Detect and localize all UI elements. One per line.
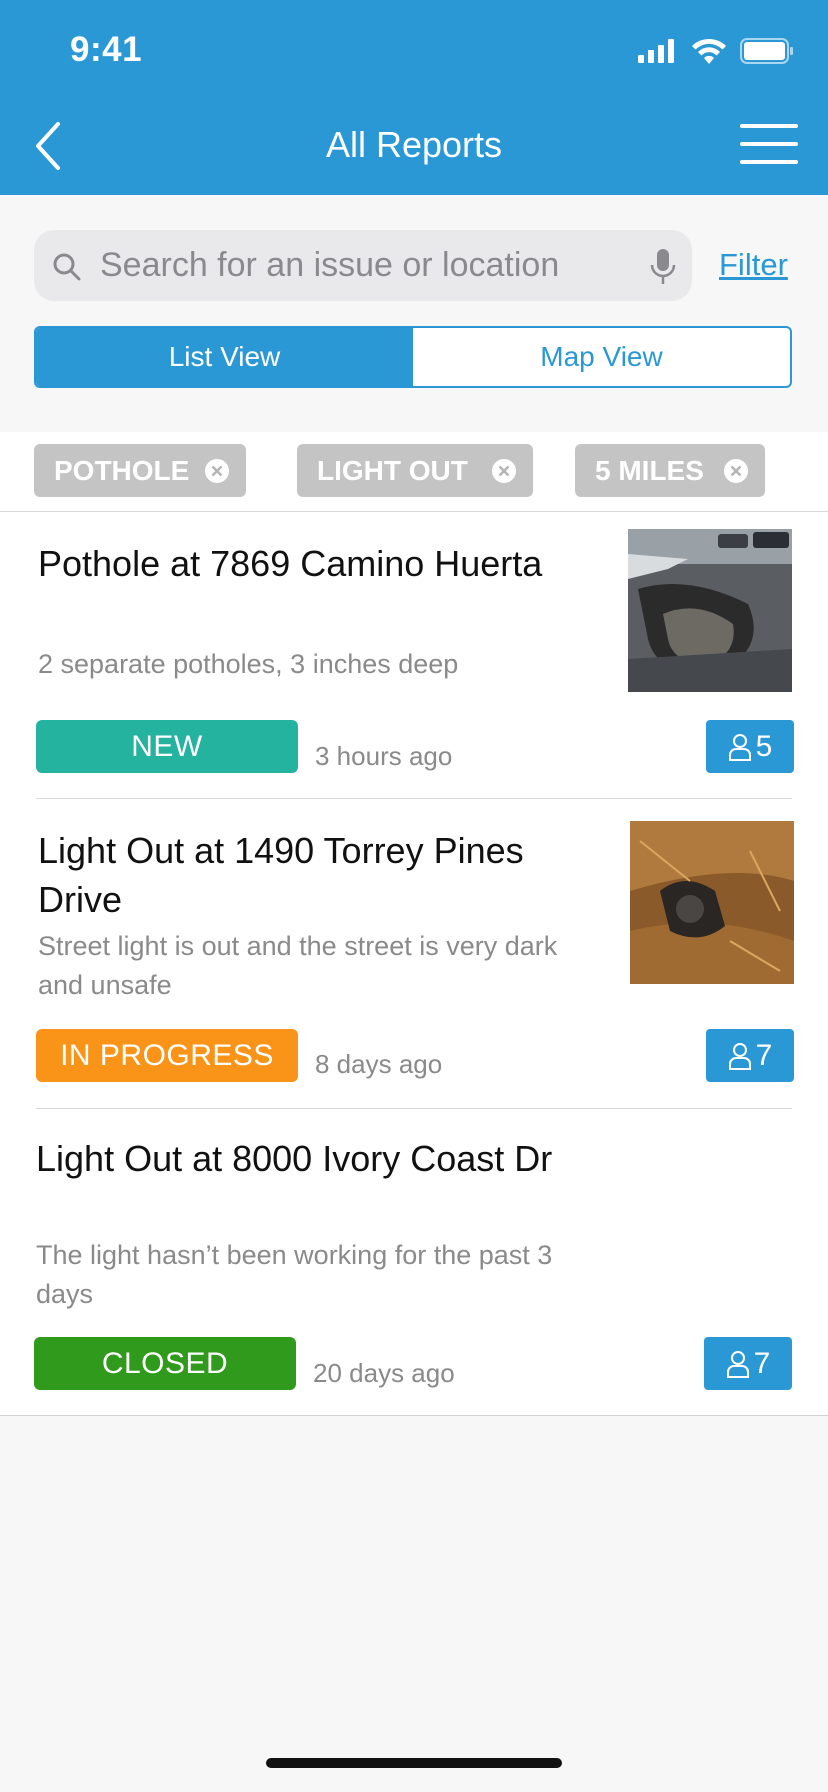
- time-ago: 20 days ago: [313, 1358, 455, 1388]
- user-icon: [728, 1042, 751, 1070]
- search-icon: [53, 253, 81, 281]
- report-title: Light Out at 8000 Ivory Coast Dr: [36, 1138, 553, 1179]
- follower-count-button[interactable]: 5: [706, 720, 794, 773]
- wifi-icon: [692, 38, 726, 64]
- chip-5-miles[interactable]: 5 MILES: [575, 444, 765, 497]
- page-title: All Reports: [325, 124, 503, 165]
- app-header: 9:41 All Reports: [0, 0, 828, 195]
- filter-link[interactable]: Filter: [719, 247, 788, 283]
- list-view-tab[interactable]: List View: [36, 328, 413, 386]
- status-badge: CLOSED: [34, 1337, 296, 1390]
- status-badge: IN PROGRESS: [36, 1029, 298, 1082]
- chip-pothole[interactable]: POTHOLE: [34, 444, 246, 497]
- status-time: 9:41: [70, 30, 143, 69]
- filter-chips: POTHOLE LIGHT OUT 5 MILES: [0, 432, 828, 512]
- follower-count: 7: [753, 1346, 771, 1380]
- report-description: The light hasn’t been working for the pa…: [36, 1240, 553, 1309]
- chip-label: 5 MILES: [595, 454, 704, 486]
- map-view-tab[interactable]: Map View: [413, 328, 790, 386]
- broken-light-photo: [630, 821, 794, 984]
- status-badge: NEW: [36, 720, 298, 773]
- home-indicator[interactable]: [266, 1758, 562, 1768]
- chip-light-out[interactable]: LIGHT OUT: [297, 444, 533, 497]
- list-item[interactable]: Light Out at 1490 Torrey Pines Drive Str…: [0, 799, 828, 1108]
- battery-icon: [740, 38, 793, 64]
- view-toggle: List View Map View: [34, 326, 792, 388]
- report-description: Street light is out and the street is ve…: [38, 931, 558, 1000]
- search-bar[interactable]: [34, 230, 692, 301]
- reports-list: Pothole at 7869 Camino Huerta 2 separate…: [0, 512, 828, 1416]
- time-ago: 8 days ago: [315, 1049, 443, 1079]
- user-icon: [728, 733, 751, 761]
- user-icon: [726, 1350, 749, 1378]
- search-input[interactable]: [100, 230, 640, 301]
- list-item[interactable]: Light Out at 8000 Ivory Coast Dr The lig…: [0, 1109, 828, 1415]
- time-ago: 3 hours ago: [315, 741, 453, 771]
- close-icon[interactable]: [723, 458, 749, 484]
- follower-count: 5: [755, 729, 773, 763]
- chip-label: POTHOLE: [54, 454, 190, 486]
- microphone-icon[interactable]: [650, 248, 676, 286]
- list-item[interactable]: Pothole at 7869 Camino Huerta 2 separate…: [0, 512, 828, 798]
- report-title: Light Out at 1490 Torrey Pines Drive: [38, 830, 524, 920]
- report-title: Pothole at 7869 Camino Huerta: [38, 543, 543, 584]
- status-icons: [638, 36, 794, 66]
- menu-icon[interactable]: [740, 124, 798, 166]
- pothole-photo: [628, 529, 792, 692]
- close-icon[interactable]: [204, 458, 230, 484]
- follower-count-button[interactable]: 7: [704, 1337, 792, 1390]
- follower-count-button[interactable]: 7: [706, 1029, 794, 1082]
- signal-icon: [638, 39, 674, 63]
- report-description: 2 separate potholes, 3 inches deep: [38, 649, 459, 679]
- follower-count: 7: [755, 1038, 773, 1072]
- chip-label: LIGHT OUT: [317, 454, 468, 486]
- search-section: Filter List View Map View: [0, 195, 828, 432]
- close-icon[interactable]: [491, 458, 517, 484]
